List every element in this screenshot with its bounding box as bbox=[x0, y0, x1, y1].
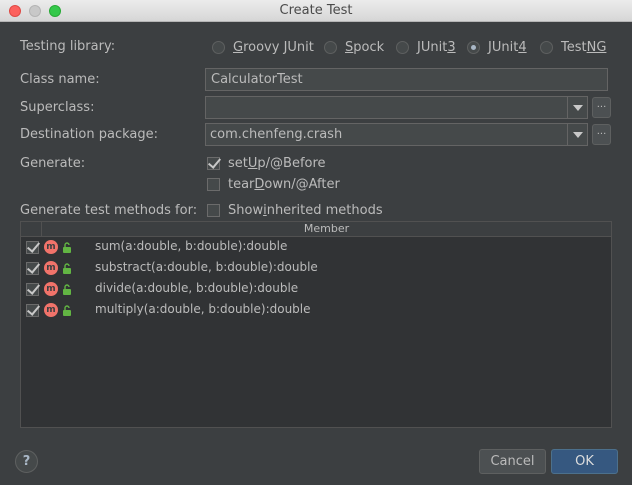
chevron-down-icon[interactable] bbox=[567, 124, 587, 145]
radio-groovy-junit[interactable]: Groovy JUnit bbox=[212, 38, 314, 56]
chevron-down-icon[interactable] bbox=[567, 97, 587, 118]
table-header: Member bbox=[21, 222, 611, 237]
method-signature: divide(a:double, b:double):double bbox=[95, 281, 299, 295]
cancel-button[interactable]: Cancel bbox=[479, 449, 546, 474]
ok-button[interactable]: OK bbox=[551, 449, 618, 474]
destination-package-label: Destination package: bbox=[20, 127, 158, 142]
method-icon: m bbox=[44, 282, 58, 296]
radio-button[interactable] bbox=[324, 40, 337, 54]
superclass-browse-button[interactable]: ... bbox=[592, 97, 611, 118]
superclass-label: Superclass: bbox=[20, 100, 95, 115]
setup-checkbox-item[interactable]: set Up/@Before bbox=[207, 154, 326, 172]
method-signature: sum(a:double, b:double):double bbox=[95, 239, 288, 253]
destination-package-browse-button[interactable]: ... bbox=[592, 124, 611, 145]
class-name-input[interactable]: CalculatorTest bbox=[205, 68, 608, 91]
row-checkbox[interactable] bbox=[26, 262, 39, 275]
method-icon: m bbox=[44, 303, 58, 317]
unlock-icon bbox=[63, 263, 71, 274]
member-column-header[interactable]: Member bbox=[41, 222, 611, 237]
table-row[interactable]: m substract(a:double, b:double):double bbox=[21, 258, 611, 279]
radio-button[interactable] bbox=[212, 40, 225, 54]
method-icon: m bbox=[44, 261, 58, 275]
help-button[interactable]: ? bbox=[15, 450, 38, 473]
title-bar: Create Test bbox=[0, 0, 632, 22]
destination-package-value: com.chenfeng.crash bbox=[210, 127, 343, 142]
show-inherited-checkbox-item[interactable]: Show i nherited methods bbox=[207, 201, 383, 219]
radio-button[interactable] bbox=[540, 40, 553, 54]
unlock-icon bbox=[63, 305, 71, 316]
radio-junit4[interactable]: JUnit 4 bbox=[467, 38, 527, 56]
table-row[interactable]: m divide(a:double, b:double):double bbox=[21, 279, 611, 300]
radio-button[interactable] bbox=[396, 40, 409, 54]
teardown-checkbox-item[interactable]: tear Down/@After bbox=[207, 175, 340, 193]
table-row[interactable]: m multiply(a:double, b:double):double bbox=[21, 300, 611, 321]
table-row[interactable]: m sum(a:double, b:double):double bbox=[21, 237, 611, 258]
destination-package-combo[interactable]: com.chenfeng.crash bbox=[205, 123, 588, 146]
teardown-checkbox[interactable] bbox=[207, 177, 220, 191]
class-name-label: Class name: bbox=[20, 72, 100, 87]
row-checkbox[interactable] bbox=[26, 241, 39, 254]
superclass-combo[interactable] bbox=[205, 96, 588, 119]
member-table[interactable]: Member m sum(a:double, b:double):double … bbox=[20, 221, 612, 428]
radio-junit3[interactable]: JUnit 3 bbox=[396, 38, 456, 56]
show-inherited-checkbox[interactable] bbox=[207, 203, 220, 217]
radio-spock[interactable]: Spock bbox=[324, 38, 384, 56]
radio-testng[interactable]: Test NG bbox=[540, 38, 606, 56]
generate-methods-label: Generate test methods for: bbox=[20, 203, 198, 218]
method-signature: multiply(a:double, b:double):double bbox=[95, 302, 311, 316]
row-checkbox[interactable] bbox=[26, 304, 39, 317]
unlock-icon bbox=[63, 242, 71, 253]
radio-button-selected[interactable] bbox=[467, 40, 480, 54]
generate-label: Generate: bbox=[20, 156, 86, 171]
unlock-icon bbox=[63, 284, 71, 295]
row-checkbox[interactable] bbox=[26, 283, 39, 296]
testing-library-label: Testing library: bbox=[20, 39, 116, 54]
setup-checkbox[interactable] bbox=[207, 156, 220, 170]
window-title: Create Test bbox=[279, 3, 353, 18]
method-signature: substract(a:double, b:double):double bbox=[95, 260, 318, 274]
method-icon: m bbox=[44, 240, 58, 254]
